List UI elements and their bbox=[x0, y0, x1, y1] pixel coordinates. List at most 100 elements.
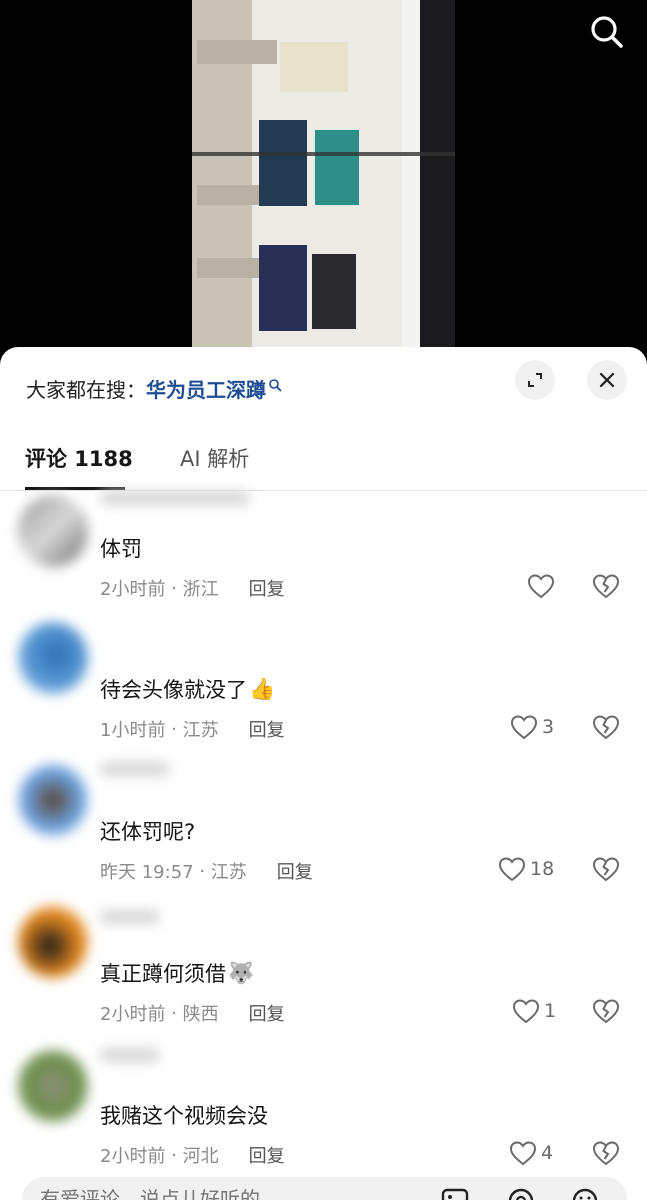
like-count: 4 bbox=[541, 1142, 554, 1164]
comment-item: 体罚 2小时前 · 浙江 回复 bbox=[0, 489, 647, 629]
close-icon bbox=[599, 372, 615, 388]
broken-heart-icon bbox=[592, 999, 620, 1024]
comment-item: 待会头像就没了 👍 1小时前 · 江苏 回复 3 bbox=[0, 622, 647, 770]
username-blurred bbox=[100, 762, 170, 776]
heart-icon bbox=[509, 1141, 537, 1166]
like-button[interactable]: 3 bbox=[510, 714, 554, 740]
like-count: 1 bbox=[544, 1000, 557, 1022]
video-frame bbox=[192, 0, 455, 350]
heart-icon bbox=[512, 999, 540, 1024]
comment-body: 体罚 bbox=[100, 537, 142, 561]
comment-time: 昨天 19:57 bbox=[100, 862, 194, 883]
comment-body: 真正蹲何须借 bbox=[100, 962, 226, 986]
heart-icon bbox=[498, 857, 526, 882]
comment-meta: 昨天 19:57 · 江苏 回复 bbox=[100, 858, 313, 884]
comment-time: 2小时前 bbox=[100, 1146, 166, 1167]
comment-text: 体罚 bbox=[100, 533, 142, 563]
comment-body: 还体罚呢? bbox=[100, 820, 196, 844]
avatar[interactable] bbox=[18, 495, 88, 567]
broken-heart-icon bbox=[592, 1141, 620, 1166]
expand-icon bbox=[528, 373, 542, 387]
image-icon[interactable] bbox=[440, 1187, 470, 1200]
heart-icon bbox=[510, 715, 538, 740]
like-button[interactable] bbox=[527, 573, 559, 599]
broken-heart-icon bbox=[592, 574, 620, 599]
video-divider bbox=[192, 152, 455, 156]
avatar[interactable] bbox=[18, 1050, 88, 1122]
trending-search-prefix: 大家都在搜： bbox=[26, 378, 146, 402]
comment-tabs: 评论 1188 AI 解析 bbox=[0, 443, 647, 491]
like-count: 3 bbox=[542, 716, 555, 738]
comment-body: 我赌这个视频会没 bbox=[100, 1104, 268, 1128]
video-screen bbox=[259, 120, 307, 206]
search-icon bbox=[591, 16, 623, 48]
small-search-icon bbox=[269, 378, 282, 391]
reply-button[interactable]: 回复 bbox=[277, 858, 313, 884]
username-blurred bbox=[100, 491, 250, 505]
tab-ai-analysis[interactable]: AI 解析 bbox=[180, 443, 249, 473]
search-button[interactable] bbox=[587, 12, 627, 52]
comment-body: 待会头像就没了 bbox=[100, 678, 247, 702]
dislike-button[interactable] bbox=[592, 573, 620, 603]
avatar[interactable] bbox=[18, 906, 88, 978]
dislike-button[interactable] bbox=[592, 856, 620, 886]
meta-separator: · bbox=[165, 1144, 183, 1166]
broken-heart-icon bbox=[592, 715, 620, 740]
video-screen bbox=[280, 42, 348, 92]
comment-sheet: 大家都在搜： 华为员工深蹲 评论 1188 AI 解析 体罚 2小时前 · 浙江… bbox=[0, 347, 647, 1200]
like-button[interactable]: 18 bbox=[498, 856, 554, 882]
meta-separator: · bbox=[165, 718, 183, 740]
video-table bbox=[197, 40, 277, 64]
like-count: 18 bbox=[530, 858, 555, 880]
heart-icon bbox=[527, 574, 555, 599]
comment-time: 2小时前 bbox=[100, 1004, 166, 1025]
dislike-button[interactable] bbox=[592, 1140, 620, 1170]
expand-button[interactable] bbox=[515, 360, 555, 400]
comment-meta: 2小时前 · 陕西 回复 bbox=[100, 1000, 285, 1026]
avatar[interactable] bbox=[18, 764, 88, 836]
username-blurred bbox=[100, 1048, 160, 1062]
dog-emoji: 🐺 bbox=[228, 960, 255, 985]
meta-separator: · bbox=[165, 1002, 183, 1024]
avatar[interactable] bbox=[18, 622, 88, 694]
video-screen bbox=[315, 130, 359, 205]
reply-button[interactable]: 回复 bbox=[249, 575, 285, 601]
comment-time: 1小时前 bbox=[100, 720, 166, 741]
comment-meta: 2小时前 · 河北 回复 bbox=[100, 1142, 285, 1168]
reply-button[interactable]: 回复 bbox=[249, 1000, 285, 1026]
like-button[interactable]: 4 bbox=[509, 1140, 553, 1166]
comment-text: 我赌这个视频会没 bbox=[100, 1100, 268, 1130]
comment-location: 浙江 bbox=[182, 579, 219, 600]
meta-separator: · bbox=[193, 860, 211, 882]
thumbs-up-emoji: 👍 bbox=[249, 676, 276, 701]
comment-meta: 1小时前 · 江苏 回复 bbox=[100, 716, 285, 742]
comment-input-bar bbox=[22, 1177, 627, 1200]
comment-time: 2小时前 bbox=[100, 579, 166, 600]
reply-button[interactable]: 回复 bbox=[249, 716, 285, 742]
broken-heart-icon bbox=[592, 857, 620, 882]
comment-text: 还体罚呢? bbox=[100, 816, 195, 846]
comment-item: 还体罚呢? 昨天 19:57 · 江苏 回复 18 bbox=[0, 762, 647, 912]
comment-meta: 2小时前 · 浙江 回复 bbox=[100, 575, 285, 601]
tab-comments[interactable]: 评论 1188 bbox=[25, 443, 133, 473]
comment-location: 河北 bbox=[182, 1146, 219, 1167]
comment-location: 陕西 bbox=[182, 1004, 219, 1025]
comment-text: 待会头像就没了 👍 bbox=[100, 674, 275, 704]
comment-text: 真正蹲何须借 🐺 bbox=[100, 958, 254, 988]
video-player[interactable] bbox=[0, 0, 647, 350]
dislike-button[interactable] bbox=[592, 714, 620, 744]
comment-item: 真正蹲何须借 🐺 2小时前 · 陕西 回复 1 bbox=[0, 906, 647, 1054]
reply-button[interactable]: 回复 bbox=[249, 1142, 285, 1168]
trending-search[interactable]: 大家都在搜： 华为员工深蹲 bbox=[26, 374, 282, 403]
meta-separator: · bbox=[165, 577, 183, 599]
mention-icon[interactable] bbox=[506, 1187, 536, 1200]
dislike-button[interactable] bbox=[592, 998, 620, 1028]
emoji-icon[interactable] bbox=[570, 1187, 600, 1200]
close-button[interactable] bbox=[587, 360, 627, 400]
comment-location: 江苏 bbox=[182, 720, 219, 741]
trending-search-term[interactable]: 华为员工深蹲 bbox=[146, 374, 266, 403]
comment-input[interactable] bbox=[40, 1187, 370, 1200]
comment-location: 江苏 bbox=[210, 862, 247, 883]
like-button[interactable]: 1 bbox=[512, 998, 556, 1024]
video-screen bbox=[259, 245, 307, 331]
